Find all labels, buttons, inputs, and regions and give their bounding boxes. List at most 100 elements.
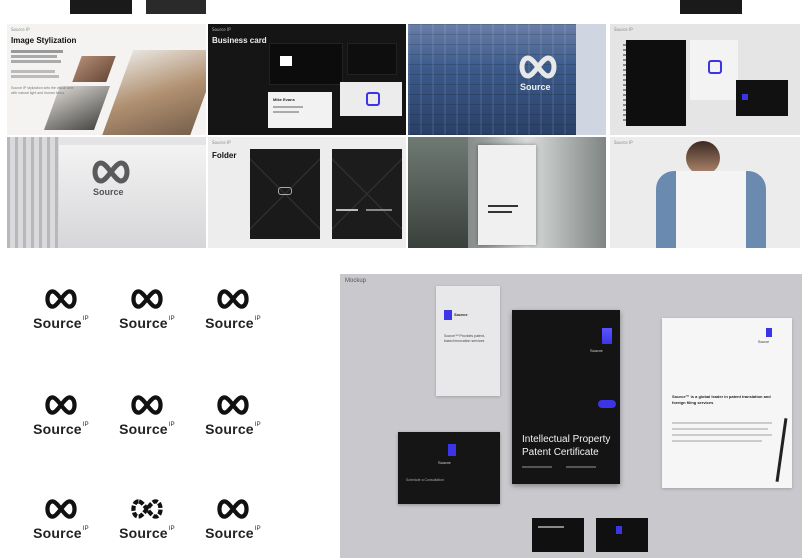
certificate-title-line-1: Intellectual Property: [522, 434, 611, 445]
certificate-brand: Source: [590, 348, 603, 353]
dark-card: Source Schedule a Consultation: [398, 432, 500, 504]
mockup-label: Mockup: [345, 278, 367, 284]
tile-wall-logo[interactable]: Source: [7, 137, 206, 248]
logo-variant: SourceIP: [112, 288, 182, 348]
card-dark-back: [348, 44, 396, 74]
brand-s-icon: [444, 310, 452, 320]
logo-mark: IP: [254, 526, 261, 532]
logo-variant: SourceIP: [26, 394, 96, 454]
logo-word: Source: [33, 525, 82, 541]
brand-s-icon: [766, 328, 772, 337]
infinity-icon: [217, 395, 249, 415]
logo-word: Source: [205, 315, 254, 331]
text-line: [11, 70, 55, 73]
tile-building[interactable]: Source: [408, 24, 606, 135]
wall-slats: [7, 137, 59, 248]
tile-image-stylization[interactable]: Source IP Image Stylization Source IP st…: [7, 24, 206, 135]
folder-logo: [278, 187, 292, 195]
text-line: [522, 466, 552, 468]
mockup-panel[interactable]: Mockup Source Source™ Provides patent-ba…: [340, 274, 802, 558]
building-sign-text: Source: [520, 82, 551, 92]
card-logo: [742, 94, 748, 100]
tiny-card: [532, 518, 584, 552]
logo-variant: SourceIP: [26, 498, 96, 558]
link-icon: [598, 400, 616, 408]
folder-closed: [250, 149, 320, 239]
page-logo: [708, 60, 722, 74]
tile-tshirt[interactable]: Source IP: [610, 137, 800, 248]
bookmark-brand: Source: [454, 312, 468, 317]
tile-notebook[interactable]: Source IP: [610, 24, 800, 135]
text-line: [11, 50, 63, 53]
text-line: [672, 422, 772, 424]
logo-word: Source: [33, 315, 82, 331]
card-dark: [736, 80, 788, 116]
infinity-icon: [92, 160, 130, 184]
bookmark-text: Source™ Provides patent-based innovation…: [444, 334, 486, 343]
letter-page: [690, 40, 738, 100]
text-line: [538, 526, 564, 528]
bookmark-card: Source Source™ Provides patent-based inn…: [436, 286, 500, 396]
person-head: [686, 141, 720, 175]
infinity-icon: [217, 499, 249, 519]
text-line: [488, 211, 512, 213]
text-line: [11, 55, 57, 58]
card-logo: [366, 92, 380, 106]
building-sign-logo: [516, 54, 560, 85]
photo-hands: [72, 56, 116, 82]
logo-word: Source: [119, 525, 168, 541]
tile-label: Source IP: [614, 27, 633, 32]
tile-label: Source IP: [212, 27, 231, 32]
infinity-icon: [45, 499, 77, 519]
tiny-card: [596, 518, 648, 552]
tile-title: Folder: [212, 151, 237, 160]
logo-word: Source: [205, 421, 254, 437]
tile-description-line: with natural light and human focus.: [11, 91, 66, 95]
tile-label: Source IP: [11, 27, 30, 32]
cropped-image-strip: [70, 0, 132, 14]
text-line: [336, 209, 358, 211]
infinity-icon: [131, 289, 163, 309]
logo-mark: IP: [82, 422, 89, 428]
infinity-icon: [131, 499, 163, 519]
certificate-card: Source Intellectual Property Patent Cert…: [512, 310, 620, 484]
card-white-back: [340, 82, 402, 116]
text-line: [672, 428, 768, 430]
tile-folder[interactable]: Source IP Folder: [208, 137, 406, 248]
wall-logo-mark: [89, 159, 133, 190]
card-name: Mike Evans: [273, 97, 295, 102]
logo-mark: IP: [254, 422, 261, 428]
text-line: [273, 111, 299, 113]
infinity-icon: [45, 289, 77, 309]
card-dark-front: [270, 44, 342, 84]
logo-variant: SourceIP: [112, 498, 182, 558]
notebook-spiral: [623, 44, 626, 122]
infinity-icon: [131, 395, 163, 415]
logo-mark: IP: [82, 526, 89, 532]
infinity-icon: [45, 395, 77, 415]
logo-variant: SourceIP: [198, 498, 268, 558]
tile-business-card[interactable]: Source IP Business card Mike Evans: [208, 24, 406, 135]
wall-logo-text: Source: [93, 187, 124, 197]
person-shirt: [656, 171, 766, 248]
letter-heading: Source™ is a global leader in patent tra…: [672, 394, 771, 405]
cropped-image-strip: [146, 0, 206, 14]
logo-variant: SourceIP: [26, 288, 96, 348]
tile-corridor[interactable]: Source IP: [408, 137, 606, 248]
card-text: Schedule a Consultation: [406, 478, 444, 482]
logo-mark: IP: [254, 316, 261, 322]
logo-grid: SourceIP SourceIP SourceIP SourceIP Sour…: [0, 252, 340, 558]
tile-label: Source IP: [614, 140, 633, 145]
card-brand: Source: [438, 460, 451, 465]
folder-lines: [332, 149, 402, 239]
text-line: [11, 75, 59, 78]
poster-frame: [478, 145, 536, 245]
brand-s-icon: [616, 526, 622, 534]
logo-variant: SourceIP: [198, 394, 268, 454]
card-white-front: Mike Evans: [268, 92, 332, 128]
logo-word: Source: [119, 421, 168, 437]
notebook-cover: [623, 40, 686, 126]
logo-variant: SourceIP: [112, 394, 182, 454]
corridor-wall: [408, 137, 468, 248]
tile-title: Image Stylization: [11, 36, 77, 45]
